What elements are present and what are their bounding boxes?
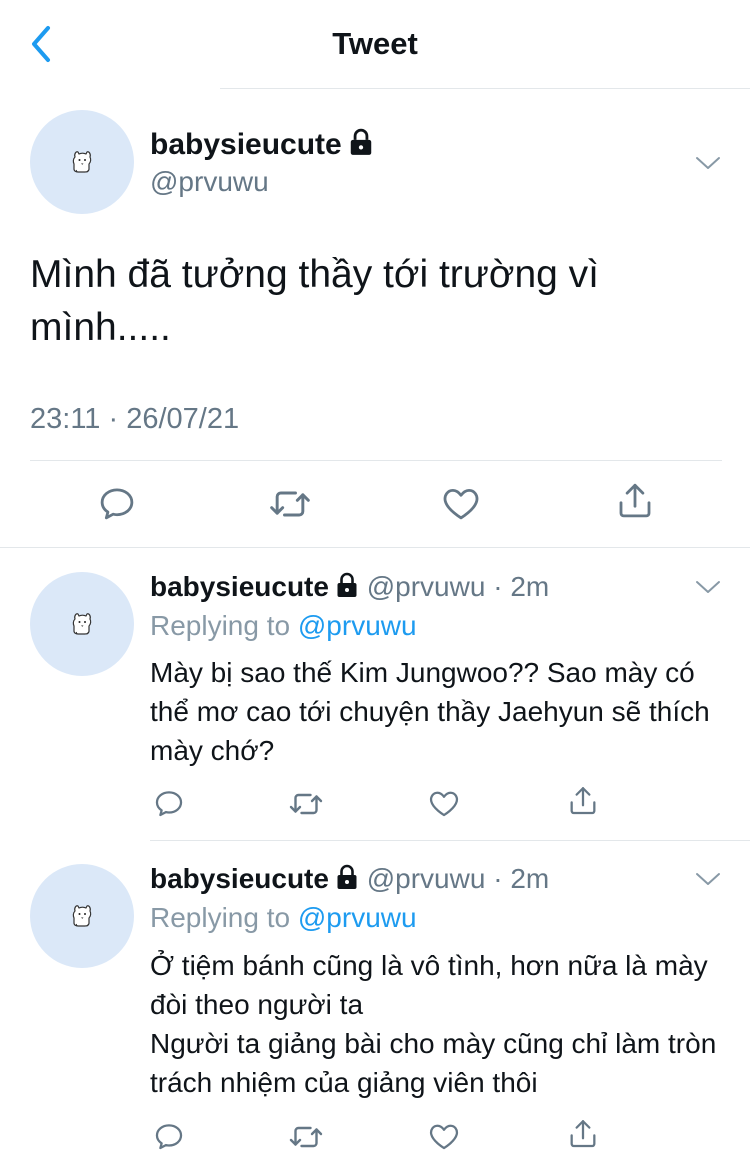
reply-time[interactable]: 2m <box>510 863 549 894</box>
retweet-icon[interactable] <box>288 786 324 822</box>
display-name[interactable]: babysieucute <box>150 863 329 894</box>
share-icon[interactable] <box>614 480 656 522</box>
author-handle[interactable]: @prvuwu <box>150 166 269 198</box>
author-handle[interactable]: @prvuwu <box>367 571 486 602</box>
replying-to-line: Replying to @prvuwu <box>150 902 417 934</box>
reply-icon[interactable] <box>152 786 186 820</box>
dog-sticker-icon <box>68 610 96 638</box>
share-icon[interactable] <box>566 784 600 818</box>
reply-text-line-2: Người ta giảng bài cho mày cũng chỉ làm … <box>150 1028 717 1098</box>
reply-icon[interactable] <box>96 482 138 524</box>
like-heart-icon[interactable] <box>427 1119 461 1153</box>
like-heart-icon[interactable] <box>427 786 461 820</box>
replying-prefix: Replying to <box>150 610 291 641</box>
chevron-down-icon[interactable] <box>695 579 721 595</box>
lock-icon <box>335 572 359 598</box>
reply-text-line-1: Ở tiệm bánh cũng là vô tình, hơn nữa là … <box>150 950 708 1020</box>
timestamp-divider <box>30 460 722 461</box>
replying-to-link[interactable]: @prvuwu <box>298 610 417 641</box>
replying-to-line: Replying to @prvuwu <box>150 610 417 642</box>
reply-time[interactable]: 2m <box>510 571 549 602</box>
page-title: Tweet <box>332 26 418 61</box>
reply-icon[interactable] <box>152 1119 186 1153</box>
author-row[interactable]: babysieucute <box>150 128 374 162</box>
separator-dot: · <box>493 571 503 602</box>
reply-tweet[interactable]: babysieucute @prvuwu · 2m Replying to @p… <box>0 548 750 840</box>
display-name: babysieucute <box>150 128 342 161</box>
separator-dot: · <box>493 863 503 894</box>
lock-icon <box>348 128 374 156</box>
display-name[interactable]: babysieucute <box>150 571 329 602</box>
replying-to-link[interactable]: @prvuwu <box>298 902 417 933</box>
reply-header: babysieucute @prvuwu · 2m <box>150 570 549 604</box>
chevron-down-icon[interactable] <box>695 871 721 887</box>
reply-tweet[interactable]: babysieucute @prvuwu · 2m Replying to @p… <box>0 841 750 1173</box>
reply-text: Mày bị sao thế Kim Jungwoo?? Sao mày có … <box>150 657 710 766</box>
reply-header: babysieucute @prvuwu · 2m <box>150 862 549 896</box>
dog-sticker-icon <box>68 148 96 176</box>
avatar[interactable] <box>30 572 134 676</box>
tweet-text: Mình đã tưởng thầy tới trường vì mình...… <box>30 253 600 349</box>
author-handle[interactable]: @prvuwu <box>367 863 486 894</box>
chevron-down-icon[interactable] <box>695 155 721 171</box>
retweet-icon[interactable] <box>288 1119 324 1155</box>
dog-sticker-icon <box>68 902 96 930</box>
header-divider <box>220 88 750 89</box>
like-heart-icon[interactable] <box>440 482 482 524</box>
avatar[interactable] <box>30 864 134 968</box>
lock-icon <box>335 864 359 890</box>
share-icon[interactable] <box>566 1117 600 1151</box>
avatar[interactable] <box>30 110 134 214</box>
retweet-icon[interactable] <box>268 482 312 526</box>
tweet-timestamp[interactable]: 23:11 · 26/07/21 <box>30 402 239 436</box>
replying-prefix: Replying to <box>150 902 291 933</box>
